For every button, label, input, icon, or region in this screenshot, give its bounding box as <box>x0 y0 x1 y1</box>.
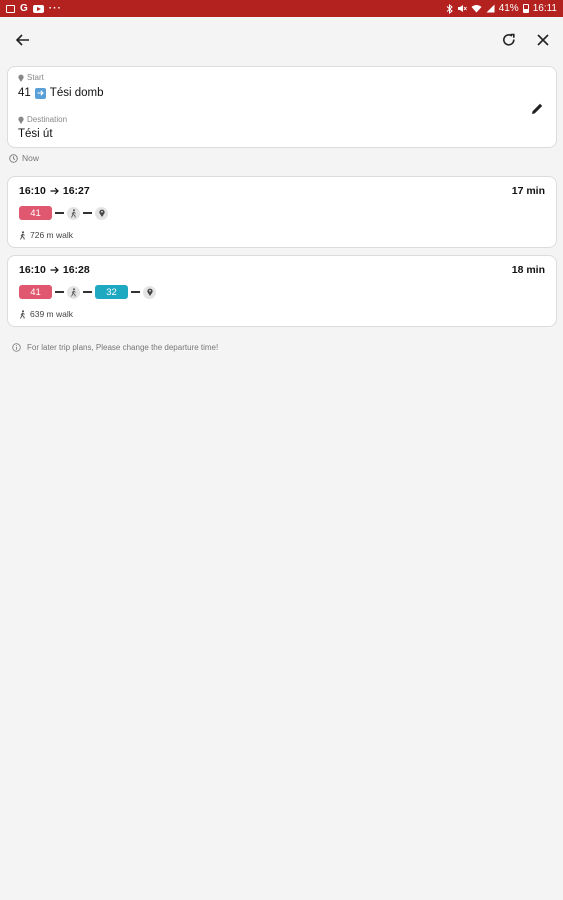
departure-time-label: Now <box>22 153 40 163</box>
bus-line-badge: 41 <box>19 206 52 220</box>
trip-duration: 18 min <box>511 264 545 276</box>
close-button[interactable] <box>529 26 557 54</box>
leg-connector <box>83 291 92 293</box>
edit-route-button[interactable] <box>526 97 548 119</box>
trip-legs: 41 <box>19 206 108 220</box>
leg-connector <box>55 212 64 214</box>
leg-connector <box>55 291 64 293</box>
bus-line-badge: 41 <box>19 285 52 299</box>
walk-icon <box>20 230 25 240</box>
battery-percent: 41% <box>498 3 519 14</box>
trip-option-1[interactable]: 16:10 16:27 17 min 41 726 m walk <box>7 176 557 248</box>
info-note-text: For later trip plans, Please change the … <box>27 343 219 352</box>
trip-time: 16:10 16:28 <box>19 264 90 276</box>
start-place: Tési domb <box>49 87 104 99</box>
app-bar <box>0 17 563 63</box>
back-button[interactable] <box>9 26 37 54</box>
destination-pin-icon <box>95 206 108 220</box>
trip-duration: 17 min <box>511 185 545 197</box>
route-card[interactable]: Start 41 Tési domb Destination Tési út <box>7 66 557 148</box>
start-line-number: 41 <box>18 87 31 99</box>
more-dots-icon: ··· <box>48 3 62 14</box>
departure-time-selector[interactable]: Now <box>9 153 39 163</box>
youtube-icon <box>32 4 44 13</box>
trip-option-2[interactable]: 16:10 16:28 18 min 41 32 639 m walk <box>7 255 557 327</box>
clock: 16:11 <box>532 3 557 14</box>
clock-icon <box>9 153 18 163</box>
info-note: For later trip plans, Please change the … <box>12 343 218 352</box>
arrow-right-icon <box>34 87 46 99</box>
destination-pin-icon <box>143 285 156 299</box>
refresh-button[interactable] <box>495 26 523 54</box>
leg-connector <box>131 291 140 293</box>
location-pin-icon <box>18 116 24 124</box>
wifi-icon <box>471 5 482 13</box>
destination-label: Destination <box>18 115 67 124</box>
google-icon: G <box>20 3 28 14</box>
status-bar: G ··· 41% 16:11 <box>0 0 563 17</box>
mute-icon <box>457 5 467 12</box>
bluetooth-icon <box>446 3 453 14</box>
walk-distance: 639 m walk <box>19 309 73 319</box>
arrow-back-icon <box>16 34 29 46</box>
start-value: 41 Tési domb <box>18 87 103 99</box>
battery-icon <box>522 4 529 13</box>
walk-distance: 726 m walk <box>19 230 73 240</box>
arrow-right-icon <box>50 187 59 195</box>
info-icon <box>12 343 21 352</box>
arrow-right-icon <box>50 266 59 274</box>
trip-legs: 41 32 <box>19 285 156 299</box>
trip-time: 16:10 16:27 <box>19 185 90 197</box>
close-icon <box>537 34 549 46</box>
leg-connector <box>83 212 92 214</box>
start-label: Start <box>18 73 44 82</box>
walk-icon <box>67 206 80 220</box>
signal-icon <box>486 4 495 13</box>
walk-icon <box>67 285 80 299</box>
refresh-icon <box>503 33 515 46</box>
gallery-icon <box>6 4 15 13</box>
pencil-icon <box>531 103 542 114</box>
location-pin-icon <box>18 74 24 82</box>
destination-value: Tési út <box>18 128 53 140</box>
bus-line-badge: 32 <box>95 285 128 299</box>
walk-icon <box>20 309 25 319</box>
